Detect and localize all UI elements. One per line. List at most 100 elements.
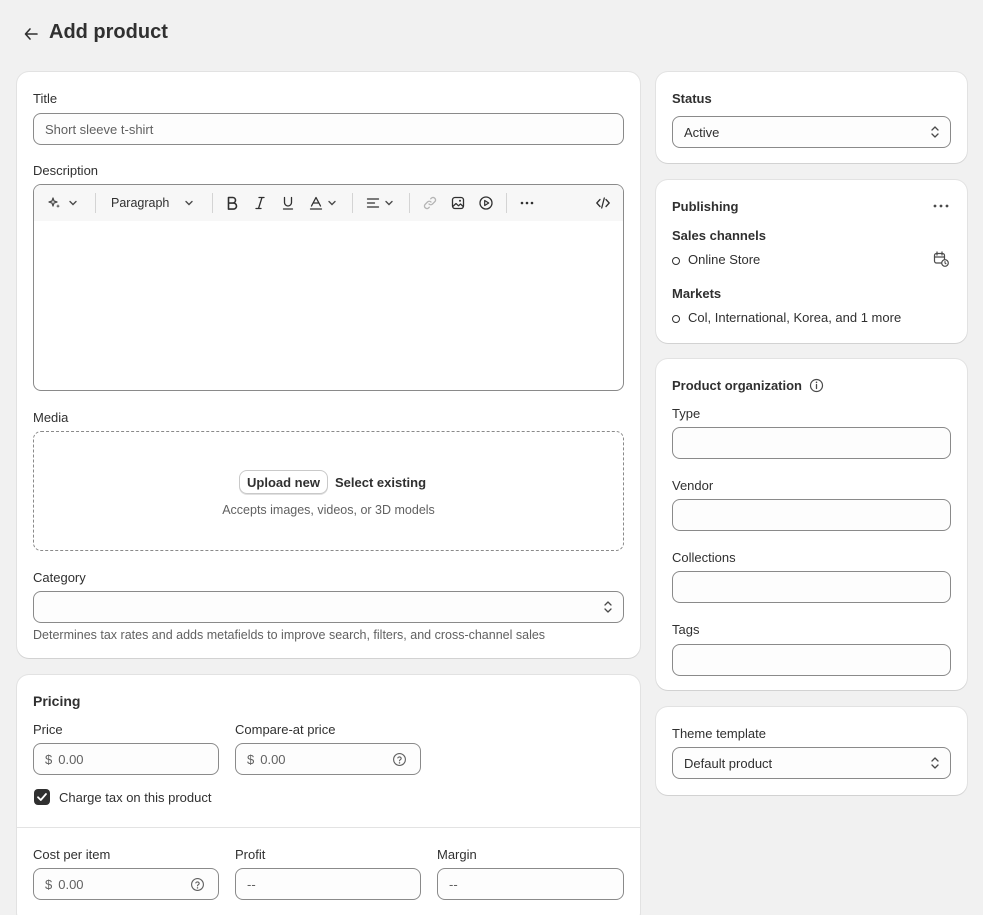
charge-tax-label: Charge tax on this product <box>59 790 212 805</box>
compare-currency: $ <box>247 751 255 767</box>
margin-value: -- <box>449 876 458 892</box>
collections-label: Collections <box>672 550 736 565</box>
play-circle-icon <box>479 196 493 210</box>
description-editor[interactable]: Paragraph <box>33 184 624 391</box>
select-arrows-icon <box>931 757 939 769</box>
margin-field: -- <box>437 868 624 900</box>
profit-label: Profit <box>235 847 266 862</box>
title-input[interactable]: Short sleeve t-shirt <box>33 113 624 145</box>
category-hint: Determines tax rates and adds metafields… <box>33 628 546 642</box>
cost-per-item-input[interactable]: $ 0.00 <box>33 868 219 900</box>
cost-placeholder: 0.00 <box>58 876 84 892</box>
bold-icon <box>227 196 238 210</box>
price-label: Price <box>33 722 63 737</box>
underline-icon <box>282 196 294 210</box>
markets-label: Markets <box>672 286 722 301</box>
image-button[interactable] <box>450 194 466 212</box>
price-currency: $ <box>45 751 53 767</box>
link-icon <box>423 196 437 210</box>
chevron-down-icon <box>385 200 393 206</box>
status-select[interactable]: Active <box>672 116 951 148</box>
channel-online-store: Online Store <box>688 252 761 267</box>
markets-status-dot <box>672 315 680 323</box>
profit-field: -- <box>235 868 421 900</box>
category-select[interactable] <box>33 591 624 623</box>
image-icon <box>451 196 465 210</box>
pricing-divider <box>17 827 640 828</box>
back-arrow-icon[interactable] <box>22 25 40 43</box>
link-button[interactable] <box>422 194 438 212</box>
type-label: Type <box>672 406 701 421</box>
compare-placeholder: 0.00 <box>260 751 286 767</box>
chevron-down-icon <box>328 200 336 206</box>
compare-at-price-label: Compare-at price <box>235 722 336 737</box>
paragraph-select[interactable]: Paragraph <box>111 194 195 212</box>
chevron-down-icon <box>69 200 77 206</box>
description-label: Description <box>33 163 99 178</box>
publishing-title: Publishing <box>672 199 739 214</box>
cost-per-item-label: Cost per item <box>33 847 111 862</box>
charge-tax-checkbox[interactable] <box>34 789 50 805</box>
price-placeholder: 0.00 <box>58 751 84 767</box>
pricing-title: Pricing <box>33 693 81 709</box>
ellipsis-icon <box>520 201 534 205</box>
profit-value: -- <box>247 876 256 892</box>
select-existing-button[interactable]: Select existing <box>335 475 426 490</box>
markets-value: Col, International, Korea, and 1 more <box>688 310 902 325</box>
more-options-icon[interactable] <box>932 202 950 210</box>
video-button[interactable] <box>478 194 494 212</box>
type-input[interactable] <box>672 427 951 459</box>
media-dropzone[interactable]: Upload new Select existing Accepts image… <box>33 431 624 551</box>
html-code-button[interactable] <box>595 194 611 212</box>
sales-channels-label: Sales channels <box>672 228 766 243</box>
media-label: Media <box>33 410 69 425</box>
cost-currency: $ <box>45 876 53 892</box>
info-icon[interactable] <box>809 378 824 393</box>
upload-new-button[interactable]: Upload new <box>239 470 328 494</box>
margin-label: Margin <box>437 847 477 862</box>
select-arrows-icon <box>931 126 939 138</box>
ai-magic-button[interactable] <box>47 194 79 212</box>
code-icon <box>596 197 610 209</box>
tags-input[interactable] <box>672 644 951 676</box>
compare-at-price-input[interactable]: $ 0.00 <box>235 743 421 775</box>
price-input[interactable]: $ 0.00 <box>33 743 219 775</box>
help-icon[interactable] <box>392 752 407 767</box>
theme-template-select[interactable]: Default product <box>672 747 951 779</box>
chevron-down-icon <box>185 200 194 206</box>
publishing-card: Publishing Sales channels Online Store M… <box>656 180 967 343</box>
select-arrows-icon <box>604 601 612 613</box>
collections-input[interactable] <box>672 571 951 603</box>
theme-template-label: Theme template <box>672 726 766 741</box>
channel-status-dot <box>672 257 680 265</box>
category-label: Category <box>33 570 86 585</box>
bold-button[interactable] <box>224 194 240 212</box>
media-hint: Accepts images, videos, or 3D models <box>222 503 435 517</box>
schedule-calendar-icon[interactable] <box>932 250 950 268</box>
underline-button[interactable] <box>280 194 296 212</box>
paragraph-label: Paragraph <box>111 196 170 210</box>
align-left-icon <box>366 198 380 208</box>
help-icon[interactable] <box>190 877 205 892</box>
vendor-input[interactable] <box>672 499 951 531</box>
text-color-icon <box>309 196 323 210</box>
theme-template-card: Theme template Default product <box>656 707 967 795</box>
vendor-label: Vendor <box>672 478 714 493</box>
magic-icon <box>48 197 60 208</box>
product-details-card: Title Short sleeve t-shirt Description P… <box>17 72 640 658</box>
italic-icon <box>255 196 265 210</box>
organization-title: Product organization <box>672 378 802 393</box>
editor-toolbar: Paragraph <box>34 185 623 221</box>
page-title: Add product <box>49 21 168 43</box>
product-organization-card: Product organization Type Vendor Collect… <box>656 359 967 690</box>
status-card: Status Active <box>656 72 967 163</box>
align-button[interactable] <box>365 194 395 212</box>
title-label: Title <box>33 91 58 106</box>
more-formatting-button[interactable] <box>519 194 535 212</box>
pricing-card: Pricing Price $ 0.00 Compare-at price $ … <box>17 675 640 915</box>
checkmark-icon <box>37 793 47 801</box>
text-color-button[interactable] <box>308 194 338 212</box>
italic-button[interactable] <box>252 194 268 212</box>
status-title: Status <box>672 91 712 106</box>
tags-label: Tags <box>672 622 700 637</box>
